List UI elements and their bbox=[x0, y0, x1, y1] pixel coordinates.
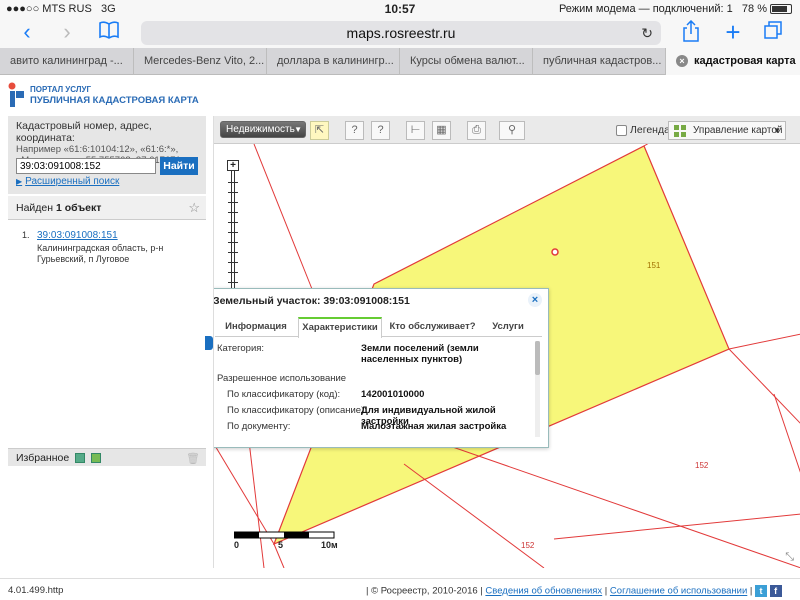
description-label: По классификатору (описание): bbox=[227, 405, 367, 416]
layer-dropdown[interactable]: Недвижимость ▼ bbox=[220, 121, 306, 138]
browser-tab[interactable]: публичная кадастров... bbox=[532, 48, 665, 75]
star-icon[interactable]: ☆ bbox=[188, 201, 200, 214]
portal-header: ПОРТАЛ УСЛУГ ПУБЛИЧНАЯ КАДАСТРОВАЯ КАРТА bbox=[0, 76, 800, 114]
tab-services[interactable]: Услуги bbox=[483, 317, 533, 337]
category-value: Земли поселений (земли населенных пункто… bbox=[361, 343, 479, 365]
map-area[interactable]: Недвижимость ▼ ⇱ ? ? ⊢ ▦ ⎙ ⚲ Легенда Упра… bbox=[213, 116, 800, 568]
back-icon[interactable]: ‹ bbox=[14, 20, 40, 46]
search-panel: Кадастровый номер, адрес, координата: На… bbox=[8, 116, 206, 194]
popup-tabs: Информация Характеристики Кто обслуживае… bbox=[215, 317, 542, 338]
resize-handle-icon[interactable]: ⤡ bbox=[785, 551, 794, 564]
facebook-icon[interactable]: f bbox=[769, 585, 782, 597]
forward-icon[interactable]: › bbox=[54, 20, 80, 46]
map-toolbar: Недвижимость ▼ ⇱ ? ? ⊢ ▦ ⎙ ⚲ Легенда Упра… bbox=[214, 116, 800, 144]
new-tab-icon[interactable]: + bbox=[720, 19, 746, 46]
parcel-label: 152 bbox=[521, 541, 535, 550]
ios-status-bar: ●●●○○ MTS RUS 3G 10:57 Режим модема — по… bbox=[0, 0, 800, 18]
browser-tab[interactable]: Mercedes-Benz Vito, 2... bbox=[133, 48, 266, 75]
document-label: По документу: bbox=[227, 421, 291, 432]
favorites-header: Избранное 🗑 bbox=[8, 448, 206, 466]
footer-links: | © Росреестр, 2010-2016 | Сведения об о… bbox=[366, 585, 782, 597]
tab-characteristics[interactable]: Характеристики bbox=[298, 317, 382, 338]
close-tab-icon[interactable]: × bbox=[676, 55, 688, 67]
code-value: 142001010000 bbox=[361, 389, 425, 400]
category-label: Категория: bbox=[217, 343, 265, 354]
tab-who-serves[interactable]: Кто обслуживает? bbox=[385, 317, 480, 337]
address-bar[interactable]: maps.rosreestr.ru ↻ bbox=[141, 21, 661, 45]
search-label: Кадастровый номер, адрес, координата: bbox=[16, 120, 152, 144]
twitter-icon[interactable]: t bbox=[755, 585, 768, 597]
share-icon[interactable] bbox=[678, 19, 704, 46]
measure-area-icon[interactable]: ▦ bbox=[432, 121, 451, 140]
collapse-panel-handle[interactable] bbox=[205, 336, 213, 350]
link-icon[interactable]: ⚲ bbox=[499, 121, 525, 140]
reload-icon[interactable]: ↻ bbox=[641, 21, 653, 45]
browser-tab[interactable]: авито калининград -... bbox=[0, 48, 133, 75]
portal-logo-icon[interactable] bbox=[8, 82, 24, 107]
print-icon[interactable]: ⎙ bbox=[467, 121, 486, 140]
area-query-icon[interactable]: ? bbox=[345, 121, 364, 140]
favorites-export-icon[interactable] bbox=[91, 453, 102, 464]
map-marker-icon[interactable] bbox=[551, 248, 559, 256]
bookmarks-icon[interactable] bbox=[96, 20, 122, 46]
updates-link[interactable]: Сведения об обновлениях bbox=[485, 586, 602, 597]
tabs-overview-icon[interactable] bbox=[760, 20, 786, 46]
code-label: По классификатору (код): bbox=[227, 389, 341, 400]
agreement-link[interactable]: Соглашение об использовании bbox=[610, 586, 747, 597]
allowed-use-heading: Разрешенное использование bbox=[217, 373, 347, 384]
browser-tab[interactable]: Курсы обмена валют... bbox=[399, 48, 532, 75]
browser-toolbar: ‹ › maps.rosreestr.ru ↻ + bbox=[0, 18, 800, 48]
parcel-label: 151 bbox=[647, 261, 661, 270]
find-button[interactable]: Найти bbox=[160, 157, 198, 175]
help-info-icon[interactable]: ? bbox=[371, 121, 390, 140]
left-panel: Кадастровый номер, адрес, координата: На… bbox=[8, 116, 206, 568]
footer: 4.01.499.http | © Росреестр, 2010-2016 |… bbox=[0, 578, 800, 600]
document-value: Малоэтажная жилая застройка bbox=[361, 421, 507, 432]
parcel-label: 152 bbox=[695, 461, 709, 470]
grid-icon bbox=[674, 125, 686, 137]
favorites-import-icon[interactable] bbox=[75, 453, 86, 464]
ruler-icon[interactable]: ⊢ bbox=[406, 121, 425, 140]
popup-body: Категория: Земли поселений (земли населе… bbox=[215, 339, 533, 443]
popup-scrollbar[interactable] bbox=[535, 341, 540, 437]
browser-tab[interactable]: доллара в калинингр... bbox=[266, 48, 399, 75]
brand-title: ПУБЛИЧНАЯ КАДАСТРОВАЯ КАРТА bbox=[30, 95, 199, 106]
version-text: 4.01.499.http bbox=[8, 585, 64, 596]
map-control-dropdown[interactable]: Управление картой ▼ bbox=[668, 121, 786, 140]
results-header: Найден 1 объект ☆ bbox=[8, 196, 206, 220]
browser-tab-strip: авито калининград -... Mercedes-Benz Vit… bbox=[0, 48, 800, 75]
trash-icon[interactable]: 🗑 bbox=[186, 452, 200, 465]
brand-small: ПОРТАЛ УСЛУГ bbox=[30, 85, 91, 94]
result-address: Калининградская область, р-н Гурьевский,… bbox=[37, 243, 164, 264]
advanced-search-link[interactable]: ▶ Расширенный поиск bbox=[16, 176, 119, 187]
result-link[interactable]: 39:03:091008:151 bbox=[37, 230, 118, 241]
search-input[interactable] bbox=[16, 158, 156, 174]
browser-tab-active[interactable]: × кадастровая карта bbox=[665, 48, 800, 75]
zoom-slider[interactable]: + − bbox=[227, 160, 239, 302]
legend-checkbox[interactable] bbox=[616, 124, 627, 136]
popup-title: Земельный участок: 39:03:091008:151 bbox=[213, 295, 410, 307]
legend-toggle[interactable]: Легенда bbox=[616, 124, 670, 136]
parcel-info-popup: Земельный участок: 39:03:091008:151 × Ин… bbox=[213, 288, 549, 448]
pointer-info-icon[interactable]: ⇱ bbox=[310, 121, 329, 140]
close-icon[interactable]: × bbox=[528, 293, 542, 307]
tab-information[interactable]: Информация bbox=[217, 317, 295, 337]
url-text: maps.rosreestr.ru bbox=[346, 25, 456, 41]
status-right: Режим модема — подключений: 1 78 % bbox=[559, 3, 792, 15]
search-hint: Например «61:6:10104:12», «61:6:*», bbox=[16, 144, 179, 155]
battery-icon bbox=[770, 4, 792, 15]
